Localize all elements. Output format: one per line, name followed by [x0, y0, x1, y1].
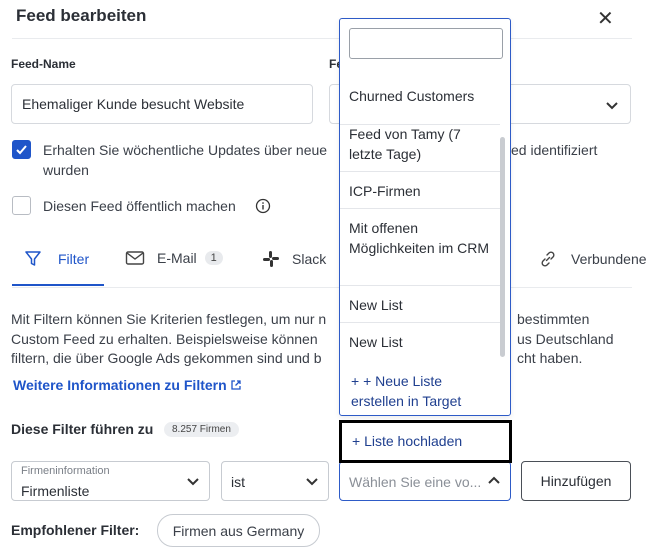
filter-icon — [25, 251, 41, 266]
active-tab-indicator — [12, 284, 104, 286]
dialog-title: Feed bearbeiten — [16, 6, 147, 25]
description-line-1-right: bestimmten — [517, 311, 590, 327]
filter-value-select[interactable]: Wählen Sie eine vo... — [339, 461, 511, 501]
list-dropdown[interactable]: Churned Customers Feed von Tamy (7 letzt… — [339, 18, 511, 416]
description-line-1: Mit Filtern können Sie Kriterien festleg… — [11, 311, 327, 327]
info-icon[interactable] — [255, 198, 271, 214]
filters-heading: Diese Filter führen zu — [11, 421, 154, 437]
list-item[interactable]: New List — [340, 332, 500, 360]
create-list-option[interactable]: + + Neue Liste erstellen in Target — [351, 371, 496, 411]
company-count-badge: 8.257 Firmen — [164, 422, 239, 437]
tab-slack-label: Slack — [292, 251, 327, 267]
list-item[interactable]: Churned Customers — [340, 87, 500, 125]
description-line-3-right: cht haben. — [517, 350, 583, 366]
filter-field-label: Firmeninformation — [21, 465, 110, 477]
more-info-link[interactable]: Weitere Informationen zu Filtern — [13, 377, 242, 393]
recommended-filter-label: Empfohlener Filter: — [11, 522, 140, 538]
tab-slack[interactable]: Slack — [262, 250, 326, 268]
email-count-badge: 1 — [204, 251, 223, 265]
mail-icon — [125, 251, 145, 265]
more-info-link-label: Weitere Informationen zu Filtern — [13, 377, 227, 393]
feed-name-value: Ehemaliger Kunde besucht Website — [22, 96, 245, 112]
close-icon[interactable]: ✕ — [597, 6, 614, 31]
dropdown-search-input[interactable] — [349, 28, 503, 59]
list-item[interactable]: Feed von Tamy (7 letzte Tage) — [340, 124, 500, 172]
list-item[interactable]: New List — [340, 295, 500, 323]
chevron-down-icon — [187, 478, 199, 486]
chevron-down-icon — [606, 102, 618, 110]
tab-email[interactable]: E-Mail 1 — [125, 250, 223, 266]
list-item[interactable]: Mit offenen Möglichkeiten im CRM — [340, 218, 500, 286]
filter-value-placeholder: Wählen Sie eine vo... — [349, 474, 482, 490]
feed-name-input[interactable]: Ehemaliger Kunde besucht Website — [11, 84, 313, 124]
chevron-down-icon — [306, 478, 318, 486]
chevron-up-icon — [488, 476, 500, 484]
tab-connected[interactable]: Verbundene — [539, 250, 647, 268]
recommended-filter-chip[interactable]: Firmen aus Germany — [157, 514, 320, 547]
weekly-updates-checkbox[interactable] — [12, 140, 31, 159]
description-line-3: filtern, die über Google Ads gekommen si… — [11, 350, 322, 366]
list-item[interactable]: ICP-Firmen — [340, 181, 500, 209]
description-line-2: Custom Feed zu erhalten. Beispielsweise … — [11, 331, 318, 347]
external-link-icon — [231, 380, 241, 390]
link-icon — [541, 251, 555, 267]
public-feed-label: Diesen Feed öffentlich machen — [43, 198, 236, 214]
public-feed-checkbox[interactable] — [12, 196, 31, 215]
tabs-divider — [12, 287, 632, 288]
upload-list-option[interactable]: + Liste hochladen — [339, 420, 512, 463]
filter-field-value: Firmenliste — [21, 483, 90, 499]
weekly-updates-label-line2: wurden — [43, 162, 89, 178]
tab-filter-label: Filter — [58, 251, 90, 267]
add-filter-button[interactable]: Hinzufügen — [521, 461, 631, 501]
tab-connected-label: Verbundene — [571, 251, 647, 267]
feed-name-label: Feed-Name — [11, 57, 76, 71]
description-line-2-right: us Deutschland — [517, 331, 614, 347]
header-divider — [12, 38, 632, 39]
tab-filter[interactable]: Filter — [24, 250, 89, 268]
weekly-updates-label-right: ed identifiziert — [511, 142, 598, 158]
filter-field-select[interactable]: Firmeninformation Firmenliste — [11, 461, 210, 501]
filter-operator-value: ist — [231, 474, 245, 490]
tab-email-label: E-Mail — [157, 250, 197, 266]
weekly-updates-label-left: Erhalten Sie wöchentliche Updates über n… — [43, 142, 328, 158]
check-icon — [16, 145, 27, 155]
filter-operator-select[interactable]: ist — [221, 461, 329, 501]
slack-icon — [263, 251, 279, 267]
dropdown-scrollbar[interactable] — [500, 137, 505, 357]
